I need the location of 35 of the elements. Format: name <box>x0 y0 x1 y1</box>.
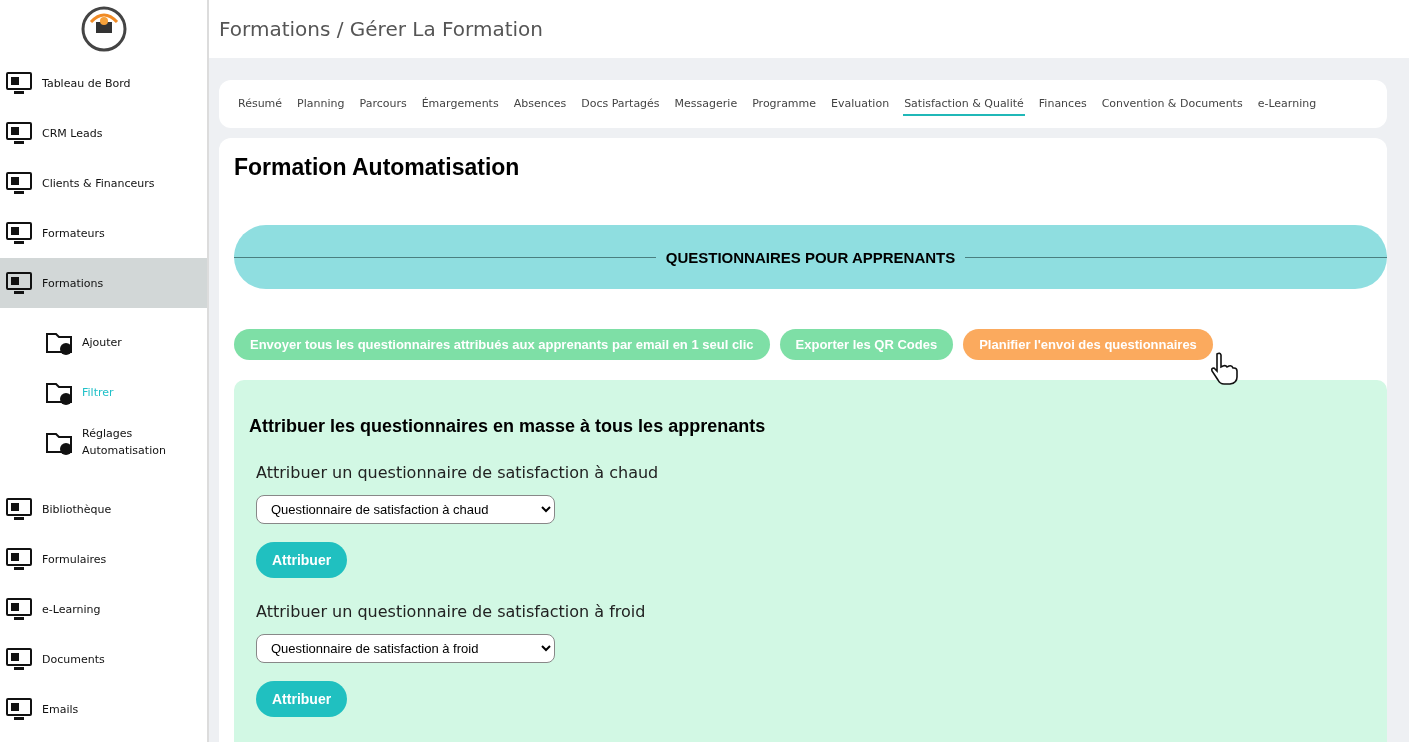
sidebar-item[interactable]: Documents <box>0 634 207 684</box>
tab[interactable]: Planning <box>296 92 346 116</box>
questionnaire-select[interactable]: Questionnaire de satisfaction à chaud <box>256 495 555 524</box>
sidebar-item[interactable]: Formateurs <box>0 208 207 258</box>
tab[interactable]: e-Learning <box>1256 92 1318 116</box>
sidebar-item[interactable]: Bibliothèque <box>0 484 207 534</box>
tab[interactable]: Convention & Documents <box>1100 92 1244 116</box>
tab[interactable]: Evaluation <box>830 92 891 116</box>
tab[interactable]: Satisfaction & Qualité <box>903 92 1025 116</box>
sidebar-item[interactable]: Formations <box>0 258 207 308</box>
sidebar-item[interactable]: CRM Leads <box>0 108 207 158</box>
logo-icon <box>80 6 127 52</box>
sidebar-subitem[interactable]: Réglages Automatisation <box>44 422 207 462</box>
tab[interactable]: Docs Partagés <box>580 92 661 116</box>
hand-pointer-icon <box>1208 351 1240 385</box>
sidebar-item[interactable]: e-Learning <box>0 584 207 634</box>
tab[interactable]: Parcours <box>358 92 408 116</box>
breadcrumb: Formations / Gérer La Formation <box>219 17 543 41</box>
section-title: QUESTIONNAIRES POUR APPRENANTS <box>664 248 957 266</box>
sidebar-item[interactable]: Clients & Financeurs <box>0 158 207 208</box>
sidebar-subitem[interactable]: Ajouter <box>44 322 207 362</box>
sidebar-item[interactable]: Tableau de Bord <box>0 58 207 108</box>
sidebar-item[interactable]: Emails <box>0 684 207 734</box>
tab[interactable]: Programme <box>751 92 818 116</box>
tab[interactable]: Absences <box>512 92 568 116</box>
tab[interactable]: Finances <box>1037 92 1088 116</box>
panel-title: Attribuer les questionnaires en masse à tous les apprenants <box>249 416 767 437</box>
page-title: Formation Automatisation <box>234 154 521 181</box>
tab[interactable]: Messagerie <box>673 92 739 116</box>
tab[interactable]: Émargements <box>420 92 500 116</box>
sidebar-item[interactable]: Formulaires <box>0 534 207 584</box>
tab[interactable]: Résumé <box>237 92 284 116</box>
field-label: Attribuer un questionnaire de satisfaction à chaud <box>256 463 659 482</box>
field-label: Attribuer un questionnaire de satisfaction à froid <box>256 602 646 621</box>
questionnaire-select[interactable]: Questionnaire de satisfaction à froid <box>256 634 555 663</box>
